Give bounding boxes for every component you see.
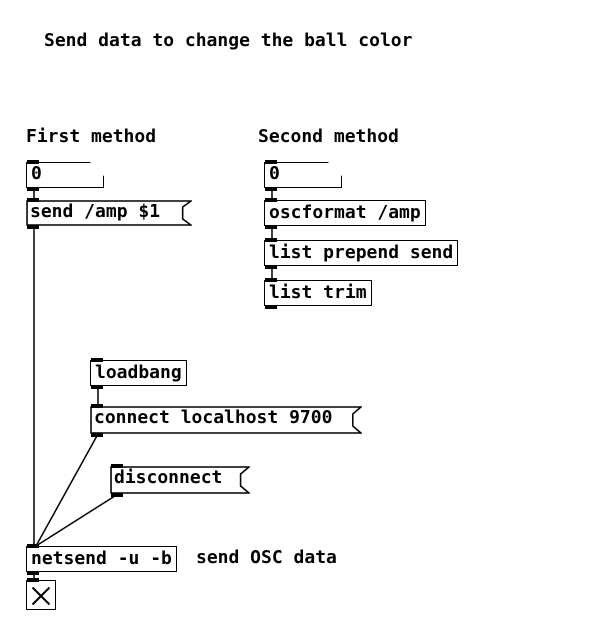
connected-toggle[interactable] — [26, 580, 56, 610]
netsend-comment: send OSC data — [196, 547, 337, 568]
message-text: disconnect — [114, 467, 222, 488]
list-trim-object[interactable]: list trim — [264, 280, 372, 306]
netsend-object[interactable]: netsend -u -b — [26, 546, 177, 572]
message-text: send /amp $1 — [30, 201, 160, 222]
method1-label: First method — [26, 126, 156, 147]
method2-label: Second method — [258, 126, 399, 147]
connect-message[interactable]: connect localhost 9700 — [90, 406, 362, 434]
page-title: Send data to change the ball color — [44, 30, 412, 51]
loadbang-object[interactable]: loadbang — [90, 360, 187, 386]
message-text: connect localhost 9700 — [94, 407, 332, 428]
oscformat-object[interactable]: oscformat /amp — [264, 200, 426, 226]
method2-number-box[interactable]: 0 — [264, 162, 342, 188]
method1-number-box[interactable]: 0 — [26, 162, 104, 188]
method1-message-send-amp[interactable]: send /amp $1 — [26, 200, 192, 226]
list-prepend-object[interactable]: list prepend send — [264, 240, 458, 266]
disconnect-message[interactable]: disconnect — [110, 466, 250, 494]
